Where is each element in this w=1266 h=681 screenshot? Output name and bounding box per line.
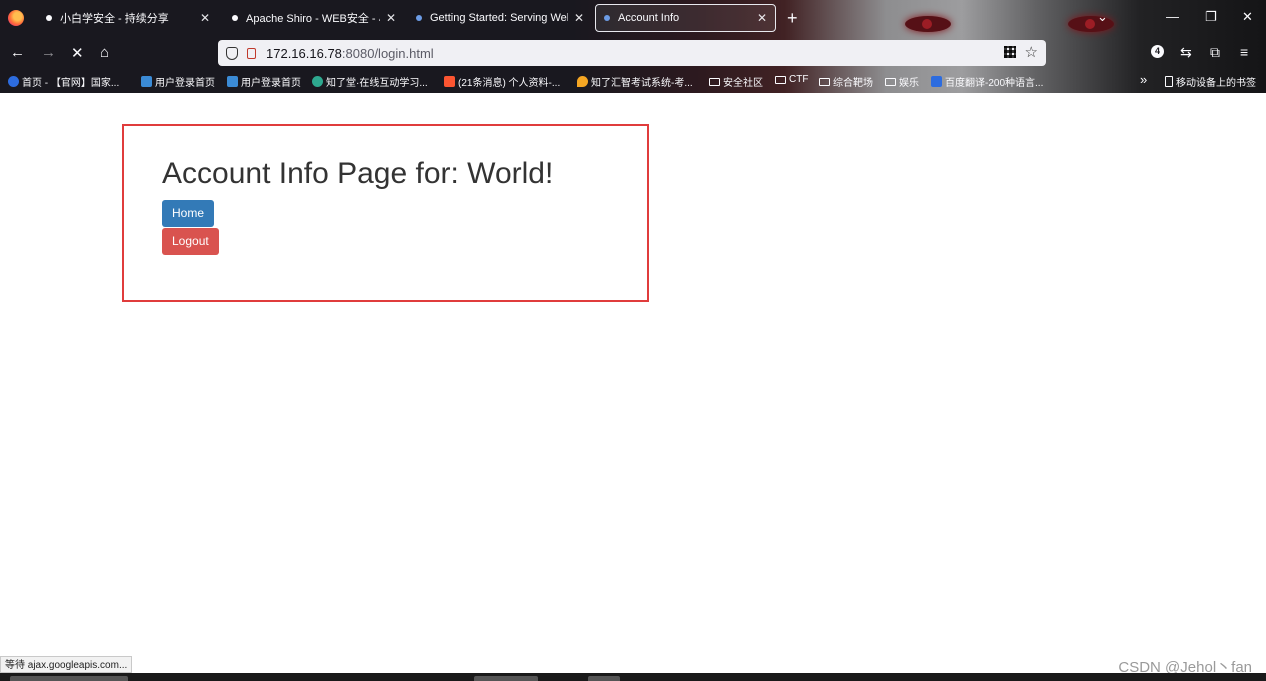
bookmark-item[interactable]: 首页 - 【官网】国家... bbox=[8, 74, 119, 89]
tab-xiaobai[interactable]: 小白学安全 - 持续分享 ✕ bbox=[38, 4, 218, 32]
folder-icon bbox=[885, 77, 896, 86]
tab-title: Apache Shiro - WEB安全 - 小白 bbox=[246, 13, 380, 25]
tracking-protection-shield-icon[interactable] bbox=[226, 46, 238, 60]
bookmark-item[interactable]: (21条消息) 个人资料-... bbox=[444, 74, 560, 89]
browser-chrome: 小白学安全 - 持续分享 ✕ Apache Shiro - WEB安全 - 小白… bbox=[0, 0, 1266, 93]
restore-button[interactable]: ❐ bbox=[1205, 9, 1217, 25]
taskbar-item[interactable] bbox=[10, 676, 128, 681]
home-icon[interactable]: ⌂ bbox=[100, 44, 109, 61]
bookmark-label: 综合靶场 bbox=[833, 78, 873, 89]
bookmark-label: (21条消息) 个人资料-... bbox=[458, 78, 561, 89]
taskbar bbox=[0, 673, 1266, 681]
favicon-icon bbox=[416, 15, 422, 21]
address-bar[interactable]: 172.16.16.78:8080/login.html ☆ bbox=[218, 40, 1046, 66]
bookmark-item-mobile[interactable]: 移动设备上的书签 bbox=[1165, 74, 1256, 89]
bookmark-favicon-icon bbox=[141, 76, 152, 87]
extension-icon[interactable]: ⇆ bbox=[1180, 44, 1192, 61]
page-title: Account Info Page for: World! bbox=[162, 157, 554, 190]
bookmark-item[interactable]: 百度翻译-200种语言... bbox=[931, 74, 1043, 89]
taskbar-item[interactable] bbox=[474, 676, 538, 681]
bookmark-label: 移动设备上的书签 bbox=[1176, 78, 1256, 89]
bookmark-item[interactable]: 知了汇智考试系统-考... bbox=[577, 74, 693, 89]
stop-loading-icon[interactable]: ✕ bbox=[71, 44, 84, 62]
hamburger-menu-icon[interactable]: ≡ bbox=[1240, 44, 1248, 60]
bookmark-folder[interactable]: CTF bbox=[775, 74, 808, 85]
tab-apache-shiro[interactable]: Apache Shiro - WEB安全 - 小白 ✕ bbox=[224, 4, 404, 32]
close-tab-icon[interactable]: ✕ bbox=[386, 11, 396, 25]
bookmark-item[interactable]: 用户登录首页 bbox=[227, 74, 301, 89]
bookmark-label: CTF bbox=[789, 74, 809, 85]
bookmark-label: 知了汇智考试系统-考... bbox=[591, 78, 693, 89]
bookmark-folder[interactable]: 安全社区 bbox=[709, 74, 763, 89]
bookmark-favicon-icon bbox=[227, 76, 238, 87]
mobile-device-icon bbox=[1165, 76, 1173, 87]
bookmark-label: 用户登录首页 bbox=[241, 78, 301, 89]
bookmark-favicon-icon bbox=[312, 76, 323, 87]
bookmark-label: 娱乐 bbox=[899, 78, 919, 89]
tab-list-chevron-icon[interactable]: ⌄ bbox=[1097, 9, 1108, 25]
tab-title: 小白学安全 - 持续分享 bbox=[60, 13, 169, 25]
tab-getting-started[interactable]: Getting Started: Serving Web ✕ bbox=[408, 4, 592, 32]
favicon-icon bbox=[604, 15, 610, 21]
bookmark-label: 首页 - 【官网】国家... bbox=[22, 78, 120, 89]
status-bar: 等待 ajax.googleapis.com... bbox=[0, 656, 133, 673]
bookmark-folder[interactable]: 娱乐 bbox=[885, 74, 919, 89]
url-text[interactable]: 172.16.16.78:8080/login.html bbox=[266, 46, 434, 61]
folder-icon bbox=[709, 77, 720, 86]
back-arrow-icon[interactable]: ← bbox=[10, 44, 25, 61]
home-button[interactable]: Home bbox=[162, 200, 215, 227]
bookmark-star-icon[interactable]: ☆ bbox=[1025, 43, 1038, 61]
close-tab-icon[interactable]: ✕ bbox=[574, 11, 584, 25]
bookmark-label: 安全社区 bbox=[723, 78, 763, 89]
taskbar-item[interactable] bbox=[588, 676, 620, 681]
bookmark-favicon-icon bbox=[8, 76, 19, 87]
new-tab-button[interactable]: + bbox=[787, 8, 798, 29]
navigation-toolbar: ← → ✕ ⌂ 172.16.16.78:8080/login.html ☆ 4… bbox=[0, 36, 1266, 70]
bookmark-label: 百度翻译-200种语言... bbox=[945, 78, 1044, 89]
bookmark-folder[interactable]: 综合靶场 bbox=[819, 74, 873, 89]
folder-icon bbox=[775, 75, 786, 84]
close-tab-icon[interactable]: ✕ bbox=[200, 11, 210, 25]
url-host: 172.16.16.78 bbox=[266, 45, 342, 61]
forward-arrow-icon[interactable]: → bbox=[41, 44, 56, 61]
firefox-logo-icon[interactable] bbox=[8, 10, 24, 26]
bookmark-item[interactable]: 用户登录首页 bbox=[141, 74, 215, 89]
bookmark-label: 用户登录首页 bbox=[155, 78, 215, 89]
bookmarks-overflow-chevron-icon[interactable]: » bbox=[1140, 72, 1147, 87]
bookmarks-toolbar: 首页 - 【官网】国家... 用户登录首页 用户登录首页 知了堂·在线互动学习.… bbox=[0, 70, 1266, 92]
folder-icon bbox=[819, 77, 830, 86]
close-window-button[interactable]: ✕ bbox=[1242, 9, 1253, 25]
extension-badge[interactable]: 4 bbox=[1151, 45, 1164, 58]
logout-button[interactable]: Logout bbox=[162, 228, 219, 255]
qr-code-icon[interactable] bbox=[1004, 46, 1016, 58]
tab-title: Getting Started: Serving Web bbox=[430, 12, 568, 24]
tab-account-info[interactable]: Account Info ✕ bbox=[595, 4, 776, 32]
tab-title: Account Info bbox=[618, 12, 680, 24]
insecure-lock-icon[interactable] bbox=[247, 47, 256, 59]
minimize-button[interactable]: — bbox=[1166, 9, 1179, 24]
close-tab-icon[interactable]: ✕ bbox=[757, 11, 767, 25]
favicon-icon bbox=[232, 15, 238, 21]
bookmark-favicon-icon bbox=[444, 76, 455, 87]
bookmark-item[interactable]: 知了堂·在线互动学习... bbox=[312, 74, 428, 89]
extensions-puzzle-icon[interactable]: ⧉ bbox=[1210, 44, 1220, 61]
favicon-icon bbox=[46, 15, 52, 21]
page-content: Account Info Page for: World! Home Logou… bbox=[0, 93, 1266, 673]
bookmark-label: 知了堂·在线互动学习... bbox=[326, 78, 428, 89]
bookmark-favicon-icon bbox=[577, 76, 588, 87]
bookmark-favicon-icon bbox=[931, 76, 942, 87]
url-path: :8080/login.html bbox=[341, 45, 434, 61]
tab-strip: 小白学安全 - 持续分享 ✕ Apache Shiro - WEB安全 - 小白… bbox=[0, 0, 1266, 36]
